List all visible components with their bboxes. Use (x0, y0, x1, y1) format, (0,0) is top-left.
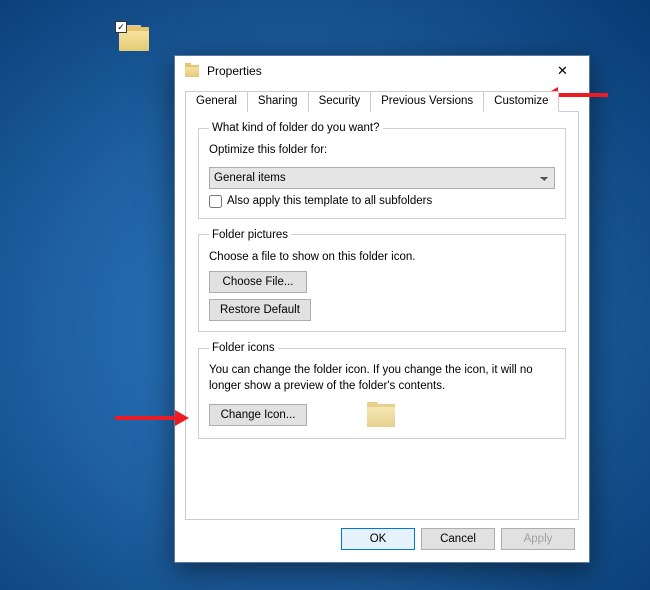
group-folder-pictures-legend: Folder pictures (209, 229, 291, 241)
group-folder-icons-legend: Folder icons (209, 342, 278, 354)
group-folder-kind: What kind of folder do you want? Optimiz… (198, 122, 566, 219)
desktop-folder-icon[interactable]: ✓ (115, 25, 155, 51)
tab-strip: General Sharing Security Previous Versio… (185, 90, 579, 112)
group-folder-kind-legend: What kind of folder do you want? (209, 122, 383, 134)
restore-default-button[interactable]: Restore Default (209, 299, 311, 321)
apply-subfolders-label: Also apply this template to all subfolde… (227, 195, 432, 207)
tab-security[interactable]: Security (308, 91, 372, 112)
customize-panel: What kind of folder do you want? Optimiz… (185, 112, 579, 520)
dialog-title: Properties (207, 64, 262, 78)
dialog-button-row: OK Cancel Apply (175, 528, 589, 562)
tab-sharing[interactable]: Sharing (247, 91, 309, 112)
tab-previous-versions[interactable]: Previous Versions (370, 91, 484, 112)
close-icon: ✕ (557, 63, 568, 79)
annotation-arrow-customize (556, 93, 608, 97)
cancel-button[interactable]: Cancel (421, 528, 495, 550)
tab-customize[interactable]: Customize (483, 91, 559, 112)
checkmark-badge-icon: ✓ (115, 21, 127, 33)
ok-button[interactable]: OK (341, 528, 415, 550)
close-button[interactable]: ✕ (540, 57, 585, 85)
tab-general[interactable]: General (185, 91, 248, 112)
group-folder-pictures: Folder pictures Choose a file to show on… (198, 229, 566, 333)
group-folder-icons: Folder icons You can change the folder i… (198, 342, 566, 439)
annotation-arrow-change-icon (115, 416, 177, 420)
optimize-label: Optimize this folder for: (209, 143, 555, 159)
folder-pictures-desc: Choose a file to show on this folder ico… (209, 250, 555, 266)
titlebar-folder-icon (185, 64, 201, 78)
properties-dialog: Properties ✕ General Sharing Security Pr… (174, 55, 590, 563)
folder-preview-icon (367, 402, 397, 428)
folder-icon: ✓ (119, 25, 151, 51)
optimize-combobox[interactable]: General items (209, 167, 555, 189)
folder-icons-desc: You can change the folder icon. If you c… (209, 363, 555, 394)
apply-subfolders-checkbox[interactable]: Also apply this template to all subfolde… (209, 195, 555, 208)
change-icon-button[interactable]: Change Icon... (209, 404, 307, 426)
choose-file-button[interactable]: Choose File... (209, 271, 307, 293)
apply-button[interactable]: Apply (501, 528, 575, 550)
apply-subfolders-input[interactable] (209, 195, 222, 208)
titlebar[interactable]: Properties ✕ (175, 56, 589, 86)
